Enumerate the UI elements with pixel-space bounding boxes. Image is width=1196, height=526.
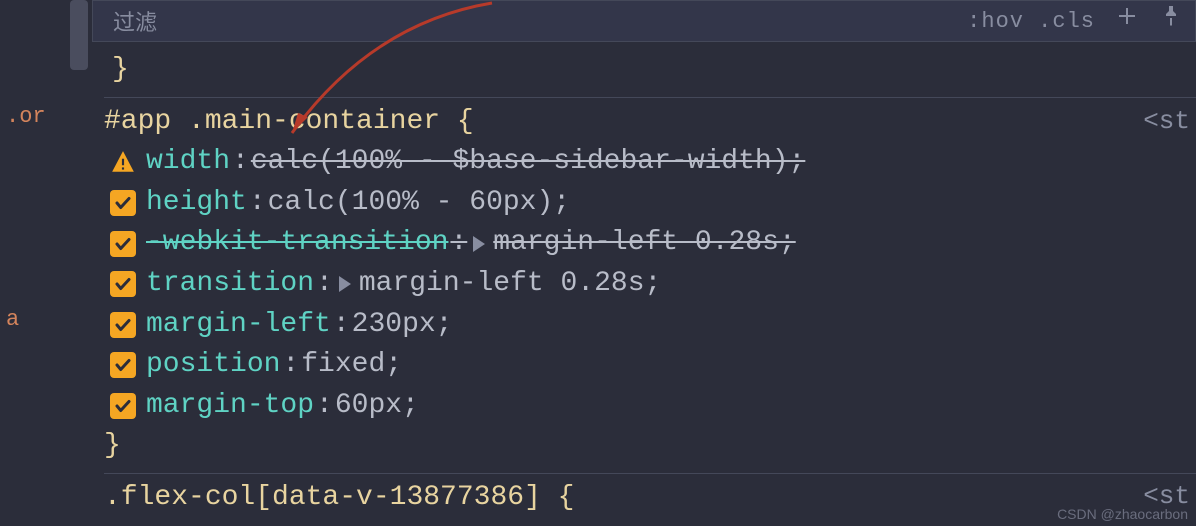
css-value[interactable]: 60px; bbox=[335, 386, 419, 427]
css-rules-content: } #app .main-container { <st width: calc… bbox=[92, 42, 1196, 519]
warning-icon bbox=[110, 149, 136, 175]
property-checkbox[interactable] bbox=[110, 231, 136, 257]
line-gutter: .or a bbox=[0, 0, 60, 526]
css-value[interactable]: calc(100% - 60px); bbox=[268, 183, 570, 224]
css-value[interactable]: 230px; bbox=[352, 305, 453, 346]
expand-shorthand-icon[interactable] bbox=[339, 276, 351, 292]
css-value[interactable]: fixed; bbox=[301, 345, 402, 386]
gutter-text: .or bbox=[0, 100, 60, 133]
css-selector[interactable]: #app .main-container { bbox=[104, 102, 474, 143]
css-value[interactable]: calc(100% - $base-sidebar-width); bbox=[251, 142, 806, 183]
hov-cls-toggle[interactable]: :hov .cls bbox=[967, 9, 1095, 34]
source-link[interactable]: <st bbox=[1143, 103, 1192, 141]
filter-input[interactable]: 过滤 bbox=[105, 5, 967, 37]
css-property[interactable]: -webkit-transition bbox=[146, 223, 448, 264]
brace-close: } bbox=[104, 426, 1196, 467]
property-checkbox[interactable] bbox=[110, 352, 136, 378]
pin-button[interactable] bbox=[1159, 4, 1183, 38]
property-checkbox[interactable] bbox=[110, 271, 136, 297]
property-checkbox[interactable] bbox=[110, 312, 136, 338]
css-property[interactable]: position bbox=[146, 345, 280, 386]
css-property[interactable]: width bbox=[146, 142, 230, 183]
styles-panel: 过滤 :hov .cls } #app .main-container { <s… bbox=[92, 0, 1196, 526]
css-property[interactable]: margin-left bbox=[146, 305, 331, 346]
rule-divider bbox=[104, 97, 1196, 98]
expand-shorthand-icon[interactable] bbox=[473, 236, 485, 252]
property-checkbox[interactable] bbox=[110, 190, 136, 216]
css-declaration[interactable]: height: calc(100% - 60px); bbox=[104, 183, 1196, 224]
watermark: CSDN @zhaocarbon bbox=[1057, 506, 1188, 522]
css-declaration[interactable]: position: fixed; bbox=[104, 345, 1196, 386]
css-value[interactable]: margin-left 0.28s; bbox=[493, 223, 795, 264]
css-selector[interactable]: .flex-col[data-v-13877386] { bbox=[104, 478, 574, 519]
scrollbar-thumb[interactable] bbox=[70, 0, 88, 70]
css-declaration[interactable]: width: calc(100% - $base-sidebar-width); bbox=[104, 142, 1196, 183]
css-declaration[interactable]: margin-top: 60px; bbox=[104, 386, 1196, 427]
css-declaration[interactable]: transition: margin-left 0.28s; bbox=[104, 264, 1196, 305]
new-style-button[interactable] bbox=[1115, 4, 1139, 38]
css-declaration[interactable]: -webkit-transition: margin-left 0.28s; bbox=[104, 223, 1196, 264]
property-checkbox[interactable] bbox=[110, 393, 136, 419]
css-declaration[interactable]: margin-left: 230px; bbox=[104, 305, 1196, 346]
css-property[interactable]: height bbox=[146, 183, 247, 224]
styles-toolbar: 过滤 :hov .cls bbox=[92, 0, 1196, 42]
css-property[interactable]: margin-top bbox=[146, 386, 314, 427]
css-value[interactable]: margin-left 0.28s; bbox=[359, 264, 661, 305]
rule-divider bbox=[104, 473, 1196, 474]
css-property[interactable]: transition bbox=[146, 264, 314, 305]
brace-close: } bbox=[104, 50, 1196, 91]
gutter-text: a bbox=[0, 303, 60, 336]
